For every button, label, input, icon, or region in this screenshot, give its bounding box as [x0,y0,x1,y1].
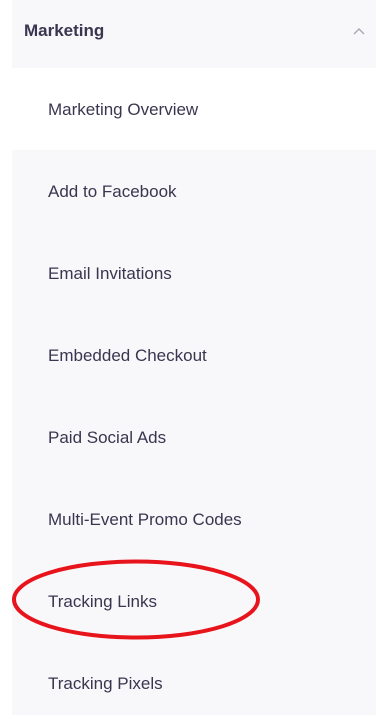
nav-item-label: Tracking Links [48,592,157,611]
nav-item-label: Email Invitations [48,264,172,283]
nav-item-marketing-overview[interactable]: Marketing Overview [12,68,376,150]
nav-item-paid-social-ads[interactable]: Paid Social Ads [12,396,376,478]
nav-item-tracking-links[interactable]: Tracking Links [12,560,376,642]
nav-item-label: Multi-Event Promo Codes [48,510,242,529]
nav-item-add-to-facebook[interactable]: Add to Facebook [12,150,376,232]
nav-item-label: Embedded Checkout [48,346,207,365]
nav-item-label: Marketing Overview [48,100,199,119]
nav-item-multi-event-promo-codes[interactable]: Multi-Event Promo Codes [12,478,376,560]
marketing-section-header[interactable]: Marketing [12,0,376,68]
nav-item-label: Add to Facebook [48,182,177,201]
marketing-nav-section: Marketing Marketing Overview Add to Face… [12,0,376,715]
section-title: Marketing [24,21,105,40]
nav-item-label: Paid Social Ads [48,428,167,447]
nav-item-label: Tracking Pixels [48,674,163,693]
marketing-sub-list: Add to Facebook Email Invitations Embedd… [12,150,376,715]
chevron-up-icon[interactable] [352,26,366,36]
nav-item-email-invitations[interactable]: Email Invitations [12,232,376,314]
nav-item-tracking-pixels[interactable]: Tracking Pixels [12,642,376,724]
nav-item-embedded-checkout[interactable]: Embedded Checkout [12,314,376,396]
